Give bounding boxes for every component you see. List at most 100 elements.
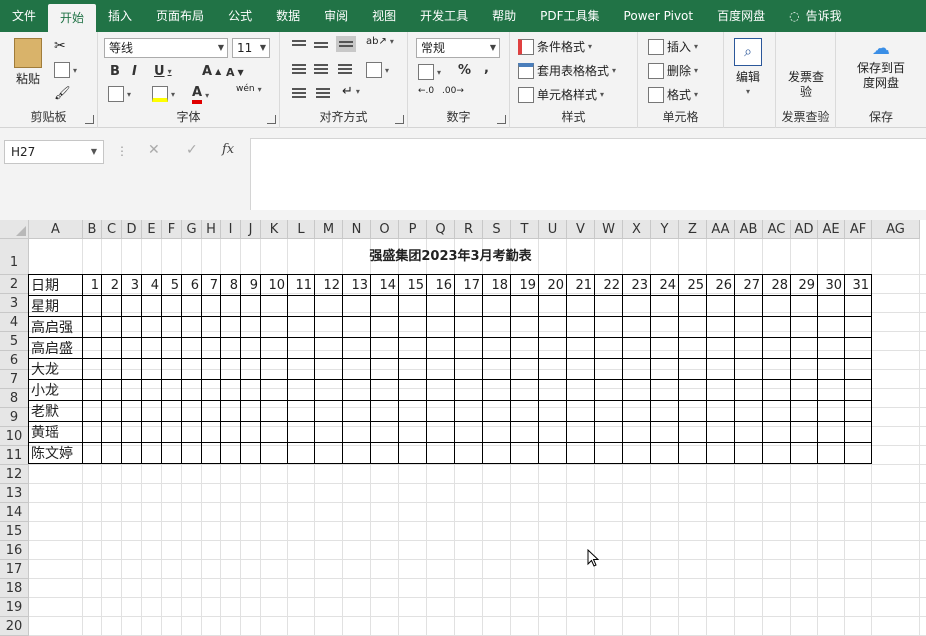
attendance-cell[interactable] xyxy=(161,400,182,422)
attendance-cell[interactable] xyxy=(220,295,241,317)
attendance-cell[interactable] xyxy=(734,316,763,338)
attendance-cell[interactable] xyxy=(538,316,567,338)
day-cell[interactable]: 29 xyxy=(790,274,818,296)
attendance-cell[interactable] xyxy=(622,421,651,443)
column-header[interactable]: T xyxy=(511,220,539,239)
attendance-cell[interactable] xyxy=(426,379,455,401)
attendance-cell[interactable] xyxy=(762,358,791,380)
day-cell[interactable]: 9 xyxy=(240,274,261,296)
attendance-cell[interactable] xyxy=(622,442,651,464)
attendance-cell[interactable] xyxy=(706,358,735,380)
attendance-cell[interactable] xyxy=(220,421,241,443)
attendance-cell[interactable] xyxy=(510,316,539,338)
attendance-cell[interactable] xyxy=(426,358,455,380)
row-header[interactable]: 2 xyxy=(0,275,29,294)
tab-12[interactable]: 百度网盘 xyxy=(705,0,777,32)
spreadsheet-grid[interactable]: A B C D E F G H I J K L M N O P Q R S T U V W X Y Z AA AB AC AD AE AF AG… xyxy=(0,220,926,636)
attendance-cell[interactable] xyxy=(510,295,539,317)
column-header[interactable]: V xyxy=(567,220,595,239)
attendance-cell[interactable] xyxy=(181,442,202,464)
attendance-cell[interactable] xyxy=(650,358,679,380)
column-header[interactable]: U xyxy=(539,220,567,239)
save-to-baidu-button[interactable]: ☁ 保存到百度网盘 xyxy=(842,38,920,91)
attendance-cell[interactable] xyxy=(817,316,845,338)
attendance-cell[interactable] xyxy=(817,421,845,443)
font-launcher-icon[interactable] xyxy=(267,115,276,124)
attendance-cell[interactable] xyxy=(121,442,142,464)
attendance-cell[interactable] xyxy=(706,442,735,464)
attendance-cell[interactable] xyxy=(314,316,343,338)
column-header[interactable]: B xyxy=(83,220,102,239)
day-cell[interactable]: 24 xyxy=(650,274,679,296)
attendance-cell[interactable] xyxy=(82,316,102,338)
attendance-cell[interactable] xyxy=(370,295,399,317)
tab-6[interactable]: 审阅 xyxy=(312,0,360,32)
attendance-cell[interactable] xyxy=(161,379,182,401)
attendance-cell[interactable] xyxy=(240,379,261,401)
attendance-cell[interactable] xyxy=(817,358,845,380)
select-all-corner[interactable] xyxy=(0,220,29,239)
row-header[interactable]: 19 xyxy=(0,598,29,617)
attendance-cell[interactable] xyxy=(161,316,182,338)
attendance-cell[interactable] xyxy=(844,337,872,359)
attendance-cell[interactable] xyxy=(240,400,261,422)
attendance-cell[interactable] xyxy=(287,421,315,443)
underline-button[interactable]: U ▾ xyxy=(154,64,172,79)
column-header[interactable]: R xyxy=(455,220,483,239)
wrap-text-button[interactable]: ↵ ▾ xyxy=(342,84,360,99)
day-cell[interactable]: 1 xyxy=(82,274,102,296)
tab-10[interactable]: PDF工具集 xyxy=(528,0,611,32)
attendance-cell[interactable] xyxy=(762,316,791,338)
attendance-cell[interactable] xyxy=(260,421,288,443)
attendance-cell[interactable] xyxy=(82,421,102,443)
attendance-cell[interactable] xyxy=(398,358,427,380)
row-header[interactable]: 6 xyxy=(0,351,29,370)
attendance-cell[interactable] xyxy=(678,337,707,359)
attendance-cell[interactable] xyxy=(844,379,872,401)
attendance-cell[interactable] xyxy=(314,295,343,317)
column-header[interactable]: A xyxy=(29,220,83,239)
attendance-cell[interactable] xyxy=(287,295,315,317)
row-label-cell[interactable]: 大龙 xyxy=(28,358,83,380)
attendance-cell[interactable] xyxy=(762,337,791,359)
day-cell[interactable]: 5 xyxy=(161,274,182,296)
attendance-cell[interactable] xyxy=(594,295,623,317)
attendance-cell[interactable] xyxy=(260,442,288,464)
attendance-cell[interactable] xyxy=(260,337,288,359)
tab-7[interactable]: 视图 xyxy=(360,0,408,32)
attendance-cell[interactable] xyxy=(220,337,241,359)
attendance-cell[interactable] xyxy=(260,358,288,380)
attendance-cell[interactable] xyxy=(121,316,142,338)
column-header[interactable]: D xyxy=(122,220,142,239)
tell-me-search[interactable]: ◌ 告诉我 xyxy=(777,0,854,32)
day-cell[interactable]: 15 xyxy=(398,274,427,296)
column-header[interactable]: K xyxy=(261,220,288,239)
attendance-cell[interactable] xyxy=(482,358,511,380)
attendance-cell[interactable] xyxy=(844,316,872,338)
attendance-cell[interactable] xyxy=(566,337,595,359)
row-label-cell[interactable]: 黄瑶 xyxy=(28,421,83,443)
day-cell[interactable]: 3 xyxy=(121,274,142,296)
sheet-title[interactable]: 强盛集团2023年3月考勤表 xyxy=(29,239,872,275)
day-cell[interactable]: 21 xyxy=(566,274,595,296)
column-header[interactable]: Y xyxy=(651,220,679,239)
attendance-cell[interactable] xyxy=(398,316,427,338)
attendance-cell[interactable] xyxy=(121,421,142,443)
row-header[interactable]: 11 xyxy=(0,446,29,465)
increase-indent-button[interactable] xyxy=(316,86,330,100)
attendance-cell[interactable] xyxy=(510,421,539,443)
attendance-cell[interactable] xyxy=(538,358,567,380)
copy-button[interactable]: ▾ xyxy=(54,62,77,78)
attendance-cell[interactable] xyxy=(220,442,241,464)
column-header[interactable]: AF xyxy=(845,220,872,239)
conditional-format-button[interactable]: 条件格式 ▾ xyxy=(518,38,592,55)
attendance-cell[interactable] xyxy=(594,400,623,422)
attendance-cell[interactable] xyxy=(342,442,371,464)
formula-input[interactable] xyxy=(250,138,926,210)
attendance-cell[interactable] xyxy=(844,295,872,317)
row-header[interactable]: 3 xyxy=(0,294,29,313)
row-header[interactable]: 13 xyxy=(0,484,29,503)
align-center-button[interactable] xyxy=(314,62,328,76)
attendance-cell[interactable] xyxy=(287,379,315,401)
decrease-indent-button[interactable] xyxy=(292,86,306,100)
